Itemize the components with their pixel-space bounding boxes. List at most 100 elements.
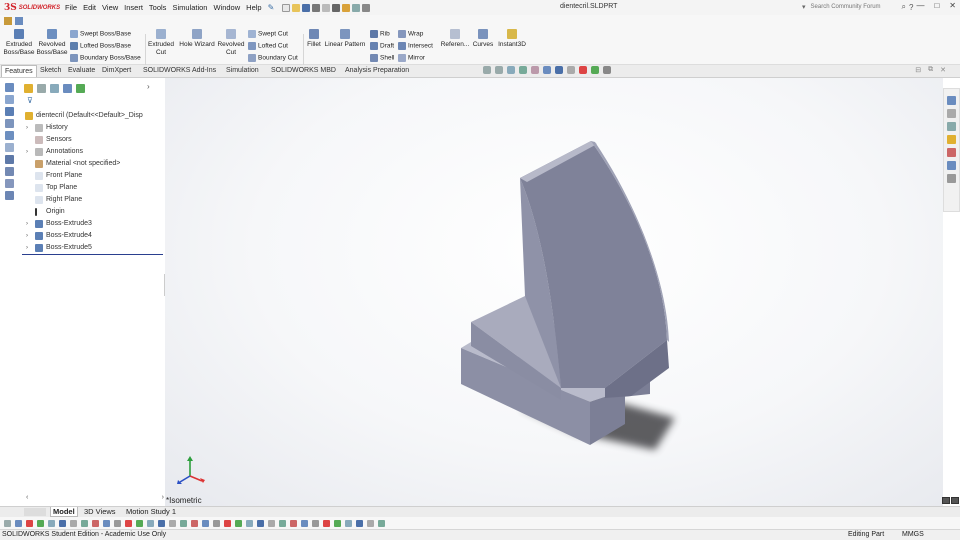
tree-root[interactable]: dientecril (Default<<Default>_Disp <box>22 110 164 122</box>
tool-icon[interactable] <box>345 519 352 527</box>
tool-icon[interactable] <box>235 519 242 527</box>
tab-dimxpert[interactable]: DimXpert <box>99 65 134 77</box>
tree-item-history[interactable]: › History <box>22 122 164 134</box>
expand-icon[interactable]: › <box>26 230 28 242</box>
tool-icon[interactable] <box>356 519 363 527</box>
boundary-boss-button[interactable]: Boundary Boss/Base <box>70 54 141 62</box>
tool-icon[interactable] <box>213 519 220 527</box>
view-settings-icon[interactable] <box>603 66 611 74</box>
edit-appearance-icon[interactable] <box>579 66 587 74</box>
zoom-area-icon[interactable] <box>495 66 503 74</box>
reference-geometry-button[interactable]: Referen... <box>438 29 472 48</box>
rebuild-icon[interactable] <box>342 3 351 12</box>
tool-icon[interactable] <box>312 519 319 527</box>
tree-item-front-plane[interactable]: Front Plane <box>22 170 164 182</box>
sketch-tool-icon[interactable] <box>5 107 14 116</box>
tab-mbd[interactable]: SOLIDWORKS MBD <box>268 65 339 77</box>
scroll-right-icon[interactable]: › <box>162 494 164 501</box>
sketch-tool-icon[interactable] <box>5 95 14 104</box>
tree-item-right-plane[interactable]: Right Plane <box>22 194 164 206</box>
instant3d-button[interactable]: Instant3D <box>497 29 527 48</box>
tab-analysis-preparation[interactable]: Analysis Preparation <box>342 65 412 77</box>
viewport-close-icon[interactable]: ✕ <box>940 66 946 74</box>
tab-addins[interactable]: SOLIDWORKS Add-Ins <box>140 65 219 77</box>
pin-icon[interactable]: ✎ <box>268 3 275 12</box>
swept-cut-button[interactable]: Swept Cut <box>248 30 288 38</box>
custom-properties-icon[interactable] <box>947 174 956 183</box>
fillet-button[interactable]: Fillet <box>304 29 324 48</box>
tool-icon[interactable] <box>26 519 33 527</box>
tool-icon[interactable] <box>4 519 11 527</box>
tool-icon[interactable] <box>15 519 22 527</box>
configuration-manager-icon[interactable] <box>50 84 59 93</box>
help-search-icon[interactable]: ▾ <box>802 3 806 11</box>
zoom-to-fit-icon[interactable] <box>483 66 491 74</box>
revolved-boss-button[interactable]: Revolved Boss/Base <box>36 29 68 57</box>
tool-icon[interactable] <box>257 519 264 527</box>
tab-evaluate[interactable]: Evaluate <box>65 65 98 77</box>
tree-item-origin[interactable]: Origin <box>22 206 164 218</box>
menu-edit[interactable]: Edit <box>83 3 96 12</box>
minimize-icon[interactable]: — <box>916 1 924 10</box>
design-library-icon[interactable] <box>947 122 956 131</box>
tool-icon[interactable] <box>246 519 253 527</box>
wrap-button[interactable]: Wrap <box>398 30 423 38</box>
view-orientation-icon[interactable] <box>543 66 551 74</box>
menu-file[interactable]: File <box>65 3 77 12</box>
tool-icon[interactable] <box>48 519 55 527</box>
filter-icon[interactable]: ⊽ <box>27 96 33 105</box>
property-manager-icon[interactable] <box>37 84 46 93</box>
appearances-icon[interactable] <box>947 161 956 170</box>
tool-icon[interactable] <box>224 519 231 527</box>
tool-icon[interactable] <box>59 519 66 527</box>
print-icon[interactable] <box>312 3 321 12</box>
sketch-tool-icon[interactable] <box>5 191 14 200</box>
select-icon[interactable] <box>332 3 341 12</box>
tool-icon[interactable] <box>191 519 198 527</box>
expand-icon[interactable]: › <box>26 218 28 230</box>
tool-icon[interactable] <box>180 519 187 527</box>
extruded-cut-button[interactable]: Extruded Cut <box>146 29 176 57</box>
expand-icon[interactable]: › <box>26 146 28 158</box>
display-manager-icon[interactable] <box>76 84 85 93</box>
tree-item-sensors[interactable]: Sensors <box>22 134 164 146</box>
tool-icon[interactable] <box>125 519 132 527</box>
tab-model[interactable]: Model <box>50 507 78 517</box>
extruded-boss-button[interactable]: Extruded Boss/Base <box>2 29 36 57</box>
menu-insert[interactable]: Insert <box>124 3 143 12</box>
tab-features[interactable]: Features <box>1 65 37 77</box>
open-icon[interactable] <box>292 3 301 12</box>
shell-button[interactable]: Shell <box>370 54 394 62</box>
small-tool-icon[interactable] <box>4 17 12 25</box>
sketch-tool-icon[interactable] <box>5 155 14 164</box>
file-properties-icon[interactable] <box>352 3 361 12</box>
tool-icon[interactable] <box>70 519 77 527</box>
hide-show-items-icon[interactable] <box>567 66 575 74</box>
tool-icon[interactable] <box>367 519 374 527</box>
tab-scroll-arrows[interactable] <box>24 508 46 516</box>
restore-icon[interactable]: □ <box>934 1 939 10</box>
tree-item-material[interactable]: Material <not specified> <box>22 158 164 170</box>
sketch-tool-icon[interactable] <box>5 119 14 128</box>
lofted-cut-button[interactable]: Lofted Cut <box>248 42 288 50</box>
single-view-icon[interactable] <box>942 497 950 504</box>
tab-sketch[interactable]: Sketch <box>37 65 64 77</box>
previous-view-icon[interactable] <box>507 66 515 74</box>
tool-icon[interactable] <box>136 519 143 527</box>
menu-help[interactable]: Help <box>246 3 261 12</box>
intersect-button[interactable]: Intersect <box>398 42 433 50</box>
hole-wizard-button[interactable]: Hole Wizard <box>176 29 218 48</box>
dimxpert-manager-icon[interactable] <box>63 84 72 93</box>
sketch-tool-icon[interactable] <box>5 131 14 140</box>
solidworks-logo[interactable]: 3S SOLIDWORKS <box>0 3 60 13</box>
apply-scene-icon[interactable] <box>591 66 599 74</box>
small-tool-icon[interactable] <box>15 17 23 25</box>
tool-icon[interactable] <box>268 519 275 527</box>
tool-icon[interactable] <box>301 519 308 527</box>
tab-motion-study[interactable]: Motion Study 1 <box>124 507 178 517</box>
status-units[interactable]: MMGS <box>902 530 924 540</box>
section-view-icon[interactable] <box>519 66 527 74</box>
file-explorer-icon[interactable] <box>947 135 956 144</box>
scroll-left-icon[interactable]: ‹ <box>26 494 28 501</box>
tool-icon[interactable] <box>169 519 176 527</box>
